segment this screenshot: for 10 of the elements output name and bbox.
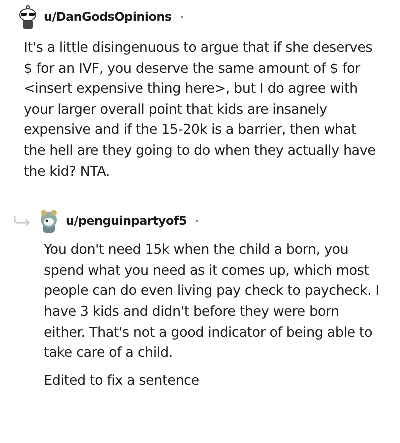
separator-dot: • [194,216,200,226]
robot-avatar-icon [18,5,38,29]
penguin-avatar-icon [38,209,60,234]
separator-dot: • [180,12,184,22]
comment-text: It's a little disingenuous to argue that if she deserves $ for an IVF, you deserve the same amount of $ for <insert expensive thing here>, but I do agree with your larger overall point that kids are insanely expensive and if the 15-20k is a barrier, then what the hell are they going to do when they actually have the kid? NTA. [24,39,377,182]
comment-text: Edited to fix a sentence [44,372,200,391]
reply-arrow-icon [14,216,32,226]
comment-text: You don't need 15k when the child a born, you spend what you need as it comes up, which most people can do even living pay check to paycheck. I have 3 kids and didn't before they were born either. That's not a good indicator of being able to take care of a child. [44,241,380,364]
username[interactable]: u/DanGodsOpinions [44,10,172,24]
username[interactable]: u/penguinpartyof5 [66,214,187,228]
